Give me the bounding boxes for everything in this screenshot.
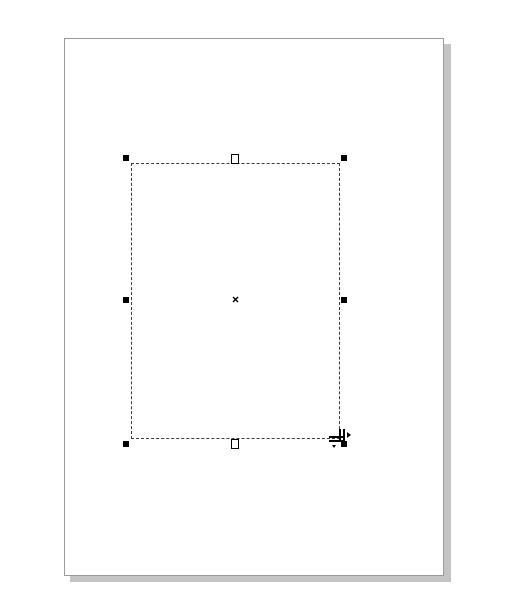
resize-handle-bottom-left[interactable] xyxy=(123,441,129,447)
resize-handle-top-left[interactable] xyxy=(123,155,129,161)
x-mark-icon xyxy=(231,295,240,304)
resize-handle-middle-left[interactable] xyxy=(123,297,129,303)
drawing-workspace[interactable] xyxy=(0,0,511,600)
resize-cursor-icon xyxy=(326,427,354,451)
resize-handle-middle-right[interactable] xyxy=(341,297,347,303)
resize-handle-bottom-center[interactable] xyxy=(231,439,239,449)
resize-handle-top-center[interactable] xyxy=(231,154,239,164)
resize-handle-top-right[interactable] xyxy=(341,155,347,161)
